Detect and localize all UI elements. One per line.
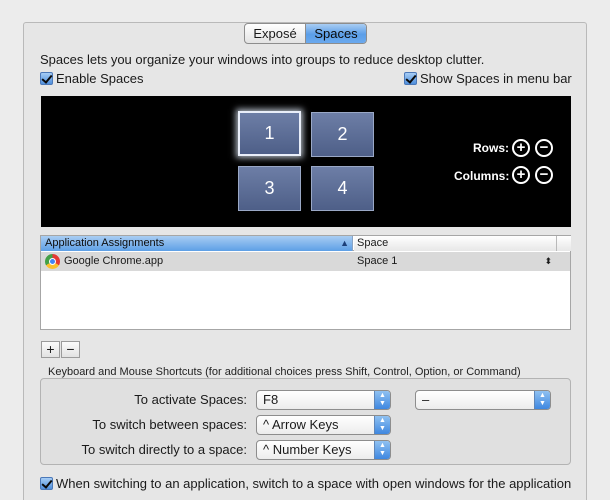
- row-app-name: Google Chrome.app: [64, 255, 164, 267]
- expose-spaces-segmented-control[interactable]: Exposé Spaces: [244, 23, 367, 44]
- table-header: Application Assignments ▲ Space: [41, 236, 571, 251]
- popup-arrows-icon: ▲ ▼: [374, 391, 390, 409]
- column-header-application-assignments[interactable]: Application Assignments ▲: [41, 236, 353, 251]
- space-tile-4[interactable]: 4: [311, 166, 374, 211]
- spaces-description: Spaces lets you organize your windows in…: [40, 52, 485, 67]
- checkbox-checked-icon[interactable]: [40, 477, 53, 490]
- switch-to-space-label: When switching to an application, switch…: [56, 476, 572, 491]
- chrome-icon: [45, 254, 60, 269]
- shortcuts-group-title: Keyboard and Mouse Shortcuts (for additi…: [48, 366, 521, 378]
- remove-assignment-button[interactable]: −: [61, 341, 80, 358]
- activate-mouse-popup[interactable]: – ▲ ▼: [415, 390, 551, 410]
- column-divider: [556, 236, 557, 251]
- rows-add-icon[interactable]: +: [512, 139, 530, 157]
- row-space-value[interactable]: Space 1: [357, 252, 397, 271]
- popup-arrows-icon: ▲ ▼: [374, 441, 390, 459]
- switch-between-value: ^ Arrow Keys: [263, 417, 339, 432]
- switch-between-popup[interactable]: ^ Arrow Keys ▲ ▼: [256, 415, 391, 435]
- switch-directly-popup[interactable]: ^ Number Keys ▲ ▼: [256, 440, 391, 460]
- columns-add-icon[interactable]: +: [512, 166, 530, 184]
- application-assignments-table[interactable]: Application Assignments ▲ Space Google C…: [40, 235, 571, 330]
- add-assignment-button[interactable]: +: [41, 341, 60, 358]
- checkbox-checked-icon[interactable]: [40, 72, 53, 85]
- switch-to-space-checkbox[interactable]: When switching to an application, switch…: [40, 476, 571, 491]
- space-tile-1[interactable]: 1: [238, 111, 301, 156]
- column-header-space[interactable]: Space: [354, 236, 571, 251]
- show-spaces-menu-bar-label: Show Spaces in menu bar: [420, 71, 572, 86]
- switch-between-label: To switch between spaces:: [92, 417, 247, 432]
- tab-expose[interactable]: Exposé: [245, 24, 306, 43]
- show-spaces-menu-bar-checkbox[interactable]: Show Spaces in menu bar: [404, 71, 572, 86]
- checkbox-checked-icon[interactable]: [404, 72, 417, 85]
- space-tile-2[interactable]: 2: [311, 112, 374, 157]
- space-stepper-icon[interactable]: ⬍: [544, 252, 552, 271]
- enable-spaces-checkbox[interactable]: Enable Spaces: [40, 71, 143, 86]
- activate-spaces-label: To activate Spaces:: [134, 392, 247, 407]
- column-header-label: Space: [357, 237, 389, 249]
- shortcuts-group-box: To activate Spaces: F8 ▲ ▼ – ▲ ▼ To switch…: [40, 378, 571, 465]
- activate-key-value: F8: [263, 392, 279, 407]
- rows-label: Rows:: [473, 141, 509, 155]
- columns-remove-icon[interactable]: −: [535, 166, 553, 184]
- activate-mouse-value: –: [422, 392, 430, 407]
- activate-key-popup[interactable]: F8 ▲ ▼: [256, 390, 391, 410]
- switch-directly-value: ^ Number Keys: [263, 442, 352, 457]
- columns-label: Columns:: [454, 169, 510, 183]
- space-tile-3[interactable]: 3: [238, 166, 301, 211]
- tab-spaces[interactable]: Spaces: [306, 24, 366, 43]
- popup-arrows-icon: ▲ ▼: [374, 416, 390, 434]
- popup-arrows-icon: ▲ ▼: [534, 391, 550, 409]
- spaces-preview-area: 1 2 3 4 Rows: + − Columns: + −: [41, 96, 571, 227]
- table-row[interactable]: Google Chrome.app Space 1 ⬍: [41, 252, 570, 271]
- enable-spaces-label: Enable Spaces: [56, 71, 144, 86]
- column-header-label: Application Assignments: [45, 237, 165, 249]
- sort-ascending-icon: ▲: [340, 238, 349, 248]
- switch-directly-label: To switch directly to a space:: [81, 442, 247, 457]
- rows-remove-icon[interactable]: −: [535, 139, 553, 157]
